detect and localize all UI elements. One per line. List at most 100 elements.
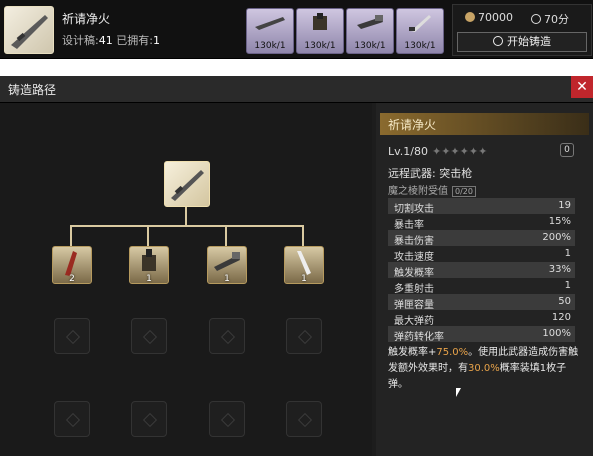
separator (0, 59, 593, 75)
stat-name: 切割攻击 (394, 204, 434, 215)
stat-name: 攻击速度 (394, 252, 434, 263)
material-count: 130k/1 (304, 41, 336, 51)
cost-panel: 70000 70分 开始铸造 (452, 4, 592, 56)
stat-row: 弹药转化率 100% (388, 326, 575, 343)
gold-value: 70000 (478, 11, 513, 24)
owned-label: 已拥有: (116, 34, 153, 47)
info-weapon-name: 祈请净火 (388, 118, 437, 132)
material-slot[interactable]: 130k/1 (296, 8, 344, 54)
material-count: 130k/1 (254, 41, 286, 51)
level-value: Lv.1/80 (388, 145, 428, 158)
level-badge: 0 (560, 143, 574, 157)
material-slot[interactable]: 130k/1 (246, 8, 294, 54)
mouse-cursor-icon (456, 388, 461, 397)
tree-connector (147, 225, 149, 246)
stat-value: 33% (548, 264, 571, 275)
owned-value: 1 (152, 34, 160, 47)
stat-row: 暴击伤害 200% (388, 230, 575, 247)
design-value: 41 (98, 34, 113, 47)
empty-slot (209, 318, 245, 354)
cannon-icon (313, 13, 327, 30)
component-node[interactable]: 1 (129, 246, 169, 284)
stat-value: 1 (564, 248, 571, 259)
tree-connector (302, 225, 304, 246)
stat-row: 攻击速度 1 (388, 246, 575, 263)
stat-name: 弹匣容量 (394, 300, 434, 311)
start-forging-button[interactable]: 开始铸造 (457, 32, 587, 52)
stat-value: 120 (551, 312, 571, 323)
weapon-meta: 设计稿:41 已拥有:1 (62, 32, 160, 48)
stat-name: 多重射击 (394, 284, 434, 295)
time-display: 70分 (531, 11, 569, 27)
stat-row: 触发概率 33% (388, 262, 575, 279)
stats-table: 切割攻击 19 暴击率 15% 暴击伤害 200% 攻击速度 1 触发概率 33% 多重射… (388, 198, 575, 343)
time-value: 70分 (544, 13, 569, 26)
weapon-thumbnail[interactable] (4, 6, 54, 54)
component-node[interactable]: 1 (207, 246, 247, 284)
info-header: 祈请净火 (380, 113, 589, 135)
material-slot[interactable]: 130k/1 (346, 8, 394, 54)
affinity-row: 魔之棱附受值 0/20 (388, 182, 476, 197)
rifle-icon (171, 170, 204, 201)
weapon-description: 触发概率+75.0%。使用此武器造成伤害触发额外效果时，有30.0%概率装填1枚… (388, 345, 582, 393)
desc-highlight: 75.0% (436, 347, 469, 358)
forge-tree: 2 1 1 1 (0, 103, 372, 456)
stat-value: 50 (558, 296, 571, 307)
close-icon: ✕ (576, 79, 588, 95)
stat-row: 暴击率 15% (388, 214, 575, 231)
component-node[interactable]: 1 (284, 246, 324, 284)
stat-name: 弹药转化率 (394, 332, 444, 343)
stat-value: 15% (548, 216, 571, 227)
stat-row: 多重射击 1 (388, 278, 575, 295)
weapon-info-panel: 祈请净火 Lv.1/80 ✦✦✦✦✦✦ 0 远程武器: 突击枪 魔之棱附受值 0/2… (376, 103, 593, 456)
gatling-icon (214, 252, 240, 271)
blade-icon (409, 15, 431, 32)
component-count: 1 (146, 274, 152, 284)
empty-slot (131, 401, 167, 437)
close-button[interactable]: ✕ (571, 76, 593, 98)
red-blade-icon (65, 251, 77, 276)
rank-stars: ✦✦✦✦✦✦ (431, 145, 488, 158)
empty-slot (209, 401, 245, 437)
tree-connector (70, 225, 304, 227)
empty-slot (286, 401, 322, 437)
material-count: 130k/1 (354, 41, 386, 51)
affinity-label: 魔之棱附受值 (388, 186, 448, 197)
material-slot[interactable]: 130k/1 (396, 8, 444, 54)
stat-name: 暴击伤害 (394, 236, 434, 247)
empty-slot (286, 318, 322, 354)
stat-row: 弹匣容量 50 (388, 294, 575, 311)
stat-row: 切割攻击 19 (388, 198, 575, 215)
component-node[interactable]: 2 (52, 246, 92, 284)
rifle-icon (11, 15, 48, 49)
coin-icon (465, 12, 475, 22)
stat-name: 触发概率 (394, 268, 434, 279)
empty-slot (54, 401, 90, 437)
tree-connector (70, 225, 72, 246)
component-count: 1 (301, 274, 307, 284)
cannon-icon (142, 249, 156, 271)
design-label: 设计稿: (62, 34, 99, 47)
rifle-icon (255, 17, 285, 30)
stat-row: 最大弹药 120 (388, 310, 575, 327)
component-count: 1 (224, 274, 230, 284)
blade-icon (297, 251, 311, 275)
stat-name: 暴击率 (394, 220, 424, 231)
material-count: 130k/1 (404, 41, 436, 51)
gatling-icon (357, 15, 383, 29)
empty-slot (54, 318, 90, 354)
stat-value: 1 (564, 280, 571, 291)
weapon-name: 祈请净火 (62, 12, 111, 26)
compass-icon (493, 36, 503, 46)
panel-title: 铸造路径 (8, 83, 57, 97)
stat-value: 100% (542, 328, 571, 339)
affinity-badge: 0/20 (452, 186, 476, 197)
top-bar: 祈请净火 设计稿:41 已拥有:1 130k/1 130k/1 130k/1 1… (0, 0, 593, 59)
tree-connector (225, 225, 227, 246)
gold-display: 70000 (465, 11, 513, 24)
component-count: 2 (69, 274, 75, 284)
level-row: Lv.1/80 ✦✦✦✦✦✦ (388, 145, 487, 158)
target-weapon-node[interactable] (164, 161, 210, 207)
stat-value: 200% (542, 232, 571, 243)
stat-value: 19 (558, 200, 571, 211)
